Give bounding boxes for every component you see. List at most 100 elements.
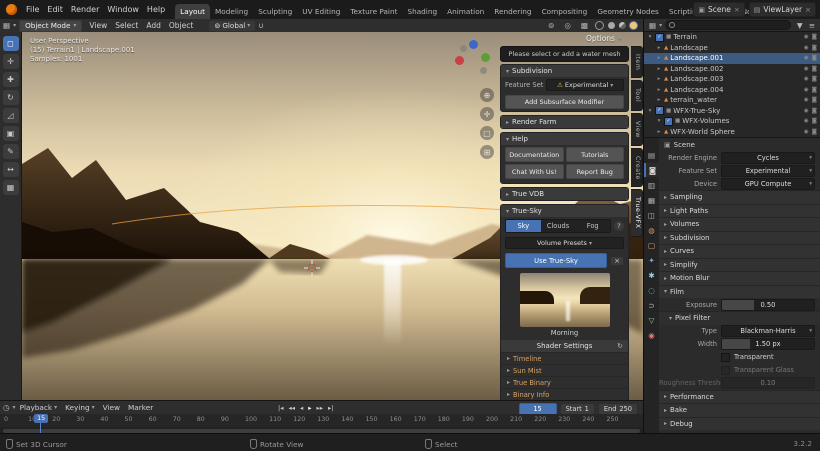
menu-edit[interactable]: Edit	[43, 5, 67, 14]
properties-tab-material[interactable]: ◉	[644, 328, 659, 342]
clock-icon[interactable]: ◷	[0, 403, 13, 412]
editor-type-icon[interactable]: ▦	[646, 21, 659, 30]
outliner-row[interactable]: ▾✓▦Terrain◉◙	[644, 32, 820, 43]
workspace-tab-layout[interactable]: Layout	[175, 4, 210, 19]
viewport-menu-select[interactable]: Select	[111, 21, 142, 30]
filter-width-slider[interactable]: 1.50 px	[721, 338, 815, 350]
properties-tab-view-layer[interactable]: ▦	[644, 193, 659, 207]
properties-tab-object-data[interactable]: ▽	[644, 313, 659, 327]
shading-rendered-icon[interactable]	[630, 22, 637, 29]
shading-solid-icon[interactable]	[608, 22, 615, 29]
axis-neg-icon[interactable]	[480, 67, 487, 74]
viewport-menu-add[interactable]: Add	[142, 21, 165, 30]
camera-icon[interactable]: ◙	[812, 34, 817, 40]
camera-icon[interactable]: ◙	[812, 66, 817, 72]
camera-icon[interactable]: ◙	[812, 87, 817, 93]
blender-logo-icon[interactable]	[6, 4, 17, 15]
chevron-down-icon[interactable]: ▾	[647, 108, 653, 114]
toggle-perspective-icon[interactable]: ⊞	[480, 145, 494, 159]
tool-cursor[interactable]: ✛	[3, 54, 19, 69]
panel-tab-true-vfx[interactable]: True-VFX	[631, 189, 643, 237]
search-input[interactable]	[665, 20, 791, 30]
axis-y-icon[interactable]	[481, 53, 490, 62]
render-farm-panel-header[interactable]: ▸ Render Farm	[501, 116, 628, 128]
timeline-menu-view[interactable]: View	[99, 403, 124, 412]
outliner-row[interactable]: ▸▲Landscape.003◉◙	[644, 74, 820, 85]
play-button[interactable]: ▸	[308, 404, 311, 412]
filter-type-dropdown[interactable]: Blackman-Harris ▾	[721, 325, 815, 337]
outliner-row[interactable]: ▸▲Landscape.001◉◙	[644, 53, 820, 64]
workspace-tab-shading[interactable]: Shading	[402, 4, 442, 19]
workspace-tab-modeling[interactable]: Modeling	[210, 4, 253, 19]
shader-row-sun-mist[interactable]: ▸Sun Mist	[501, 364, 628, 376]
outliner-row[interactable]: ▸▲Landscape.002◉◙	[644, 64, 820, 75]
tool-rotate[interactable]: ↻	[3, 90, 19, 105]
next-keyframe-button[interactable]: ▸▸	[317, 404, 324, 412]
timeline-menu-marker[interactable]: Marker	[124, 403, 157, 412]
timeline-scrollbar[interactable]	[3, 429, 640, 433]
workspace-tab-geometry-nodes[interactable]: Geometry Nodes	[592, 4, 664, 19]
chevron-right-icon[interactable]: ▸	[656, 66, 662, 72]
axis-neg-icon[interactable]	[460, 45, 467, 52]
checkbox[interactable]: ✓	[655, 106, 664, 115]
chevron-right-icon[interactable]: ▸	[656, 97, 662, 103]
add-subsurface-modifier-button[interactable]: Add Subsurface Modifier	[505, 95, 624, 109]
section-debug[interactable]: ▸Debug	[659, 417, 820, 431]
chevron-right-icon[interactable]: ▸	[656, 45, 662, 51]
shader-row-timeline[interactable]: ▸Timeline	[501, 352, 628, 364]
workspace-tab-animation[interactable]: Animation	[442, 4, 489, 19]
chevron-right-icon[interactable]: ▸	[656, 87, 662, 93]
tool-transform[interactable]: ▣	[3, 126, 19, 141]
properties-tab-render[interactable]: ◙	[644, 163, 659, 177]
close-icon[interactable]: ×	[805, 6, 811, 14]
options-dropdown[interactable]: Options ▾	[498, 32, 631, 44]
render-engine-dropdown[interactable]: Cycles ▾	[721, 152, 815, 164]
overlays-toggle-icon[interactable]: ◎	[561, 21, 574, 30]
properties-tab-physics[interactable]: ◌	[644, 283, 659, 297]
workspace-tab-rendering[interactable]: Rendering	[489, 4, 536, 19]
section-film[interactable]: ▾ Film	[659, 285, 820, 299]
help-tutorials-button[interactable]: Tutorials	[566, 147, 625, 162]
workspace-tab-texture-paint[interactable]: Texture Paint	[345, 4, 402, 19]
camera-icon[interactable]: ◙	[812, 76, 817, 82]
properties-tab-world[interactable]: ◍	[644, 223, 659, 237]
tab-sky[interactable]: Sky	[506, 220, 541, 232]
current-frame-field[interactable]: 15	[519, 403, 557, 415]
feature-set-dropdown[interactable]: Experimental ▾	[721, 165, 815, 177]
eye-icon[interactable]: ◉	[804, 108, 809, 114]
close-icon[interactable]: ×	[734, 6, 740, 14]
jump-start-button[interactable]: |◂	[278, 404, 283, 412]
snap-magnet-icon[interactable]: ∪	[255, 21, 267, 30]
filter-icon[interactable]: ▼	[794, 21, 806, 30]
workspace-tab-sculpting[interactable]: Sculpting	[253, 4, 297, 19]
section-sampling[interactable]: ▸Sampling	[659, 190, 820, 204]
pan-icon[interactable]: ✛	[480, 107, 494, 121]
camera-icon[interactable]: ◙	[812, 45, 817, 51]
section-volumes[interactable]: ▸Volumes	[659, 217, 820, 231]
properties-tab-object[interactable]: ▢	[644, 238, 659, 252]
outliner-row[interactable]: ▸▲Landscape.004◉◙	[644, 85, 820, 96]
frame-end-field[interactable]: End 250	[598, 403, 638, 415]
viewport-menu-object[interactable]: Object	[165, 21, 197, 30]
shading-material-icon[interactable]	[619, 22, 626, 29]
outliner-row[interactable]: ▸▲WFX-World Sphere◉◙	[644, 127, 820, 138]
camera-icon[interactable]: ◙	[812, 108, 817, 114]
shader-settings-header[interactable]: Shader Settings ↻	[501, 340, 628, 352]
camera-view-icon[interactable]: ▢	[480, 126, 494, 140]
exposure-slider[interactable]: 0.50	[721, 299, 815, 311]
eye-icon[interactable]: ◉	[804, 34, 809, 40]
chevron-right-icon[interactable]: ▸	[656, 76, 662, 82]
tool-select-box[interactable]: ◻	[3, 36, 19, 51]
properties-tab-output[interactable]: ▥	[644, 178, 659, 192]
eye-icon[interactable]: ◉	[804, 97, 809, 103]
properties-tab-tool[interactable]: ▤	[644, 148, 659, 162]
mode-dropdown[interactable]: Object Mode ▾	[19, 20, 82, 32]
chevron-right-icon[interactable]: ▸	[656, 55, 662, 61]
section-pixel-filter[interactable]: ▾ Pixel Filter	[659, 311, 820, 325]
gizmos-toggle-icon[interactable]: ⊚	[545, 21, 557, 30]
camera-icon[interactable]: ◙	[812, 55, 817, 61]
navigation-gizmo[interactable]	[454, 40, 490, 76]
zoom-icon[interactable]: ⊕	[480, 88, 494, 102]
camera-icon[interactable]: ◙	[812, 129, 817, 135]
tool-annotate[interactable]: ✎	[3, 144, 19, 159]
